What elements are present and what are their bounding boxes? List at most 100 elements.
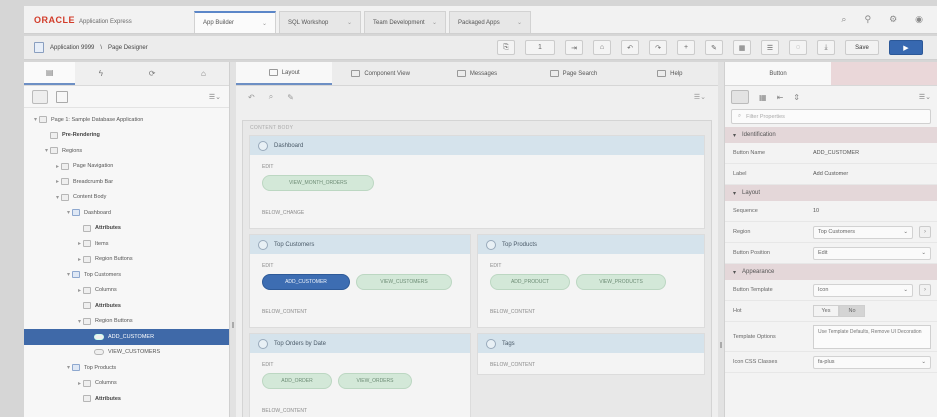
tab-messages[interactable]: Messages — [429, 62, 525, 85]
expand-down-icon[interactable]: ▾ — [43, 147, 50, 154]
section-identification[interactable]: ▾ Identification — [725, 127, 937, 143]
expand-down-icon[interactable]: ▾ — [65, 209, 72, 216]
create-menu-button[interactable]: + — [677, 40, 695, 55]
oracle-apex-logo[interactable]: ORACLE Application Express — [34, 15, 194, 25]
search-icon[interactable]: ⌕ — [841, 14, 846, 25]
help-icon[interactable]: ⚲ — [864, 14, 871, 25]
expand-down-icon[interactable]: ▾ — [65, 364, 72, 371]
page-number-input[interactable]: 1 — [525, 40, 555, 55]
expand-right-icon[interactable]: ▸ — [54, 178, 61, 185]
tree-node[interactable]: Attributes — [24, 391, 229, 407]
tab-rendering[interactable]: ▤ — [24, 62, 76, 85]
expand-down-icon[interactable]: ▾ — [54, 194, 61, 201]
region-select[interactable]: Top Customers ⌄ — [813, 225, 913, 239]
hot-no-option[interactable]: No — [839, 305, 865, 317]
tab-sql-workshop[interactable]: SQL Workshop ⌄ — [279, 11, 361, 33]
region-tags[interactable]: Tags BELOW_CONTENT — [477, 333, 705, 375]
tree-node[interactable]: ADD_CUSTOMER — [24, 329, 229, 345]
tree-node[interactable]: ▾ Dashboard — [24, 205, 229, 221]
region-top-products[interactable]: Top Products EDIT ADD_PRODUCT VIEW_PRODU… — [477, 234, 705, 328]
hot-toggle[interactable]: Yes No — [813, 305, 865, 317]
tab-packaged-apps[interactable]: Packaged Apps ⌄ — [449, 11, 531, 33]
go-to-template-icon[interactable]: › — [919, 284, 931, 296]
button-view-customers[interactable]: VIEW_CUSTOMERS — [356, 274, 452, 290]
expand-down-icon[interactable]: ▾ — [65, 271, 72, 278]
download-icon[interactable]: ⤓ — [817, 40, 835, 55]
button-position-select[interactable]: Edit ⌄ — [813, 246, 931, 260]
button-add-product[interactable]: ADD_PRODUCT — [490, 274, 570, 290]
tree-node[interactable]: Attributes — [24, 221, 229, 237]
tab-other[interactable] — [831, 62, 937, 85]
tab-component-view[interactable]: Component View — [332, 62, 428, 85]
run-button[interactable]: ▶ — [889, 40, 923, 55]
tree-node[interactable]: ▾ Page 1: Sample Database Application — [24, 112, 229, 128]
tree-node[interactable]: ▸ Columns — [24, 283, 229, 299]
tab-help[interactable]: Help — [622, 62, 718, 85]
tree-node[interactable]: ▾ Top Products — [24, 360, 229, 376]
tab-page-search[interactable]: Page Search — [525, 62, 621, 85]
show-all-icon[interactable]: ▦ — [759, 93, 767, 102]
tab-shared-components[interactable]: ⌂ — [178, 62, 229, 85]
save-button[interactable]: Save — [845, 40, 879, 55]
label-input[interactable]: Add Customer — [813, 171, 937, 177]
button-template-select[interactable]: Icon ⌄ — [813, 283, 913, 297]
button-view-month-orders[interactable]: VIEW_MONTH_ORDERS — [262, 175, 374, 191]
expand-right-icon[interactable]: ▸ — [76, 380, 83, 387]
tab-app-builder[interactable]: App Builder ⌄ — [194, 11, 276, 33]
user-icon[interactable]: ◉ — [915, 14, 923, 25]
tree-node[interactable]: ▸ Items — [24, 236, 229, 252]
tree-node[interactable]: VIEW_CUSTOMERS — [24, 345, 229, 361]
tab-team-development[interactable]: Team Development ⌄ — [364, 11, 446, 33]
tab-button-properties[interactable]: Button — [725, 62, 831, 85]
shared-components-icon[interactable]: ⌂ — [593, 40, 611, 55]
grid-layout-icon[interactable]: ▦ — [733, 40, 751, 55]
zoom-icon[interactable]: ⌕ — [269, 92, 273, 102]
undo-icon[interactable]: ↶ — [621, 40, 639, 55]
collapse-all-icon[interactable]: ⇤ — [777, 93, 784, 102]
button-add-customer[interactable]: ADD_CUSTOMER — [262, 274, 350, 290]
tree-node[interactable]: ▾ Region Buttons — [24, 314, 229, 330]
tab-layout[interactable]: Layout — [236, 62, 333, 85]
expand-right-icon[interactable]: ▸ — [76, 287, 83, 294]
tools-icon[interactable]: ✎ — [287, 93, 294, 102]
go-to-page-button[interactable]: ⇥ — [565, 40, 583, 55]
tree-node[interactable]: ▸ Page Navigation — [24, 159, 229, 175]
property-menu-icon[interactable]: ☰⌄ — [919, 93, 931, 101]
tab-dynamic-actions[interactable]: ϟ — [75, 62, 126, 85]
tree-node[interactable]: ▸ Region Buttons — [24, 252, 229, 268]
tree-node[interactable]: Attributes — [24, 298, 229, 314]
comments-icon[interactable]: ◌ — [789, 40, 807, 55]
section-layout[interactable]: ▾ Layout — [725, 185, 937, 201]
layout-canvas[interactable]: CONTENT BODY Dashboard EDIT VIEW_MONTH_O… — [242, 120, 712, 417]
settings-icon[interactable]: ⚙ — [889, 14, 897, 25]
tree-node[interactable]: ▾ Regions — [24, 143, 229, 159]
filter-properties-input[interactable]: ⌕ Filter Properties — [731, 109, 931, 124]
redo-icon[interactable]: ↷ — [649, 40, 667, 55]
lock-icon[interactable]: ⎘ — [497, 40, 515, 55]
button-view-orders[interactable]: VIEW_ORDERS — [338, 373, 412, 389]
button-view-products[interactable]: VIEW_PRODUCTS — [576, 274, 666, 290]
go-to-region-icon[interactable]: › — [919, 226, 931, 238]
expand-right-icon[interactable]: ▸ — [54, 163, 61, 170]
tree-node[interactable]: ▾ Top Customers — [24, 267, 229, 283]
show-common-icon[interactable] — [731, 90, 749, 104]
undo-icon[interactable]: ↶ — [248, 93, 255, 102]
group-by-processing-icon[interactable] — [56, 90, 68, 103]
expand-right-icon[interactable]: ▸ — [76, 256, 83, 263]
splitter-grip[interactable] — [720, 342, 722, 348]
region-dashboard[interactable]: Dashboard EDIT VIEW_MONTH_ORDERS BELOW_C… — [249, 135, 705, 229]
group-by-component-icon[interactable] — [32, 89, 48, 104]
expand-right-icon[interactable]: ▸ — [76, 240, 83, 247]
button-name-input[interactable]: ADD_CUSTOMER — [813, 150, 937, 156]
splitter-grip[interactable] — [232, 322, 234, 328]
expand-all-icon[interactable]: ⇕ — [793, 93, 800, 102]
list-icon[interactable]: ☰ — [761, 40, 779, 55]
tree-node[interactable]: ▾ Content Body — [24, 190, 229, 206]
hot-yes-option[interactable]: Yes — [813, 305, 839, 317]
region-top-customers[interactable]: Top Customers EDIT ADD_CUSTOMER VIEW_CUS… — [249, 234, 471, 328]
tab-processing[interactable]: ⟳ — [127, 62, 178, 85]
utilities-menu-button[interactable]: ✎ — [705, 40, 723, 55]
button-add-order[interactable]: ADD_ORDER — [262, 373, 332, 389]
expand-down-icon[interactable]: ▾ — [32, 116, 39, 123]
layout-menu-icon[interactable]: ☰⌄ — [694, 93, 706, 101]
